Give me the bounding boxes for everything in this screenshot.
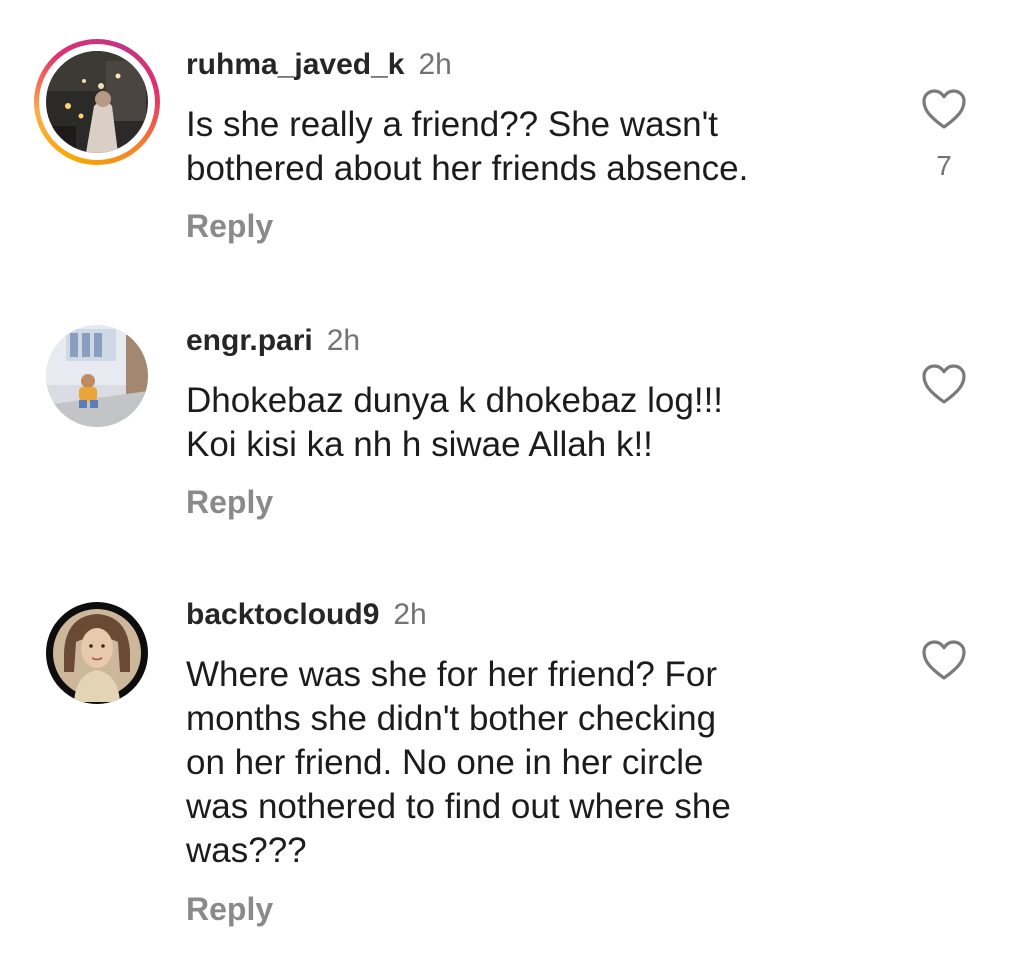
- heart-outline-icon: [922, 364, 966, 404]
- username-text[interactable]: ruhma_javed_k: [186, 48, 404, 81]
- profile-photo-candles-icon: [46, 51, 148, 153]
- like-button[interactable]: [920, 87, 968, 131]
- comment-item: ruhma_javed_k 2h Is she really a friend??…: [0, 0, 1024, 290]
- heart-outline-icon: [922, 640, 966, 680]
- reply-button[interactable]: Reply: [186, 484, 273, 521]
- profile-photo-child-outdoors-icon: [46, 325, 148, 427]
- like-button[interactable]: [920, 362, 968, 406]
- profile-photo-woman-icon: [46, 602, 148, 704]
- comment-item: engr.pari 2h Dhokebaz dunya k dhokebaz lo…: [0, 290, 1024, 560]
- comment-username[interactable]: engr.pari 2h: [186, 324, 360, 358]
- like-count: 7: [936, 150, 952, 181]
- heart-outline-icon: [922, 89, 966, 129]
- username-text[interactable]: backtocloud9: [186, 598, 379, 631]
- username-text[interactable]: engr.pari: [186, 324, 313, 357]
- comment-username[interactable]: backtocloud9 2h: [186, 598, 427, 632]
- reply-button[interactable]: Reply: [186, 891, 273, 928]
- comment-text: Is she really a friend?? She wasn't both…: [186, 105, 749, 188]
- avatar[interactable]: [46, 602, 148, 704]
- comment-time: 2h: [393, 598, 427, 631]
- avatar[interactable]: [46, 51, 148, 153]
- comment-text: Where was she for her friend? For months…: [186, 655, 731, 870]
- comment-time: 2h: [326, 324, 361, 357]
- reply-button[interactable]: Reply: [186, 208, 273, 245]
- comment-text: Dhokebaz dunya k dhokebaz log!!! Koi kis…: [186, 381, 724, 464]
- like-button[interactable]: [920, 638, 968, 682]
- avatar[interactable]: [46, 325, 148, 427]
- story-ring[interactable]: [34, 39, 160, 165]
- comment-username[interactable]: ruhma_javed_k 2h: [186, 48, 452, 82]
- comment-time: 2h: [418, 48, 452, 81]
- comment-item: backtocloud9 2h Where was she for her fri…: [0, 560, 1024, 963]
